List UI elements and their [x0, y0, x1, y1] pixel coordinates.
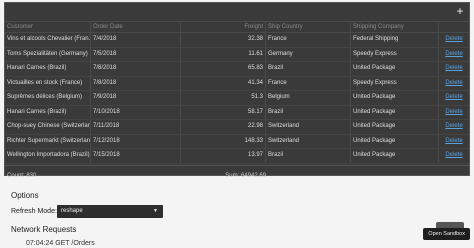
network-request-entry: 07:04:24 GET /Orders [26, 240, 95, 247]
open-sandbox-button[interactable]: Open Sandbox [423, 228, 470, 240]
cell-ship-country: Brazil [266, 62, 351, 76]
cell-actions: Delete [439, 62, 469, 76]
cell-shipping-company: United Package [351, 105, 439, 119]
cell-freight: 11.61 [181, 47, 266, 61]
cell-ship-country: Germany [266, 47, 351, 61]
grid-header: Customer Order Date Freight Ship Country… [5, 21, 469, 33]
cell-customer: Suprêmes délices (Belgium) [5, 91, 91, 105]
options-title: Options [11, 191, 39, 200]
cell-freight: 41.34 [181, 76, 266, 90]
cell-order-date: 7/10/2018 [91, 105, 181, 119]
cell-ship-country: France [266, 76, 351, 90]
cell-shipping-company: United Package [351, 120, 439, 134]
cell-shipping-company: United Package [351, 91, 439, 105]
table-row[interactable]: Richter Supermarkt (Switzerlan... 7/12/20… [5, 134, 469, 149]
delete-link[interactable]: Delete [445, 65, 462, 71]
cell-actions: Delete [439, 48, 469, 62]
cell-freight: 51.3 [181, 91, 266, 105]
grid-body: Vins et alcools Chevalier (Fran... 7/4/20… [5, 33, 469, 164]
cell-ship-country: Switzerland [266, 134, 351, 148]
cell-customer: Hanari Carnes (Brazil) [5, 62, 91, 76]
cell-shipping-company: United Package [351, 62, 439, 76]
cell-shipping-company: Speedy Express [351, 47, 439, 61]
cell-actions: Delete [439, 91, 469, 105]
delete-link[interactable]: Delete [445, 94, 462, 100]
table-row[interactable]: Hanari Carnes (Brazil) 7/8/2018 65.83 Brazi… [5, 62, 469, 77]
cell-actions: Delete [439, 135, 469, 149]
cell-order-date: 7/8/2018 [91, 62, 181, 76]
column-header-order-date[interactable]: Order Date [91, 22, 181, 32]
cell-freight: 58.17 [181, 105, 266, 119]
cell-customer: Hanari Carnes (Brazil) [5, 105, 91, 119]
chevron-down-icon: ▼ [153, 208, 158, 214]
cell-shipping-company: Speedy Express [351, 76, 439, 90]
cell-customer: Victuailles en stock (France) [5, 76, 91, 90]
cell-customer: Toms Spezialitäten (Germany) [5, 47, 91, 61]
table-row[interactable]: Victuailles en stock (France) 7/8/2018 41.… [5, 76, 469, 91]
table-row[interactable]: Hanari Carnes (Brazil) 7/10/2018 58.17 Braz… [5, 105, 469, 120]
cell-freight: 22.98 [181, 120, 266, 134]
refresh-mode-label: Refresh Mode: [11, 208, 57, 215]
cell-freight: 13.97 [181, 149, 266, 163]
cell-actions: Delete [439, 120, 469, 134]
cell-customer: Chop-suey Chinese (Switzerlan... [5, 120, 91, 134]
cell-customer: Vins et alcools Chevalier (Fran... [5, 33, 91, 47]
refresh-mode-value: reshape [61, 208, 83, 214]
cell-order-date: 7/9/2018 [91, 91, 181, 105]
grid-toolbar: + [5, 3, 469, 21]
footer-count: Count: 830 [7, 172, 37, 179]
cell-order-date: 7/15/2018 [91, 149, 181, 163]
cell-actions: Delete [439, 77, 469, 91]
grid-footer: Count: 830 Sum: 64942.69 [5, 164, 469, 186]
delete-link[interactable]: Delete [445, 36, 462, 42]
cell-ship-country: Switzerland [266, 120, 351, 134]
delete-link[interactable]: Delete [445, 109, 462, 115]
cell-ship-country: Brazil [266, 105, 351, 119]
footer-sum: Sum: 64942.69 [225, 172, 266, 179]
column-header-shipping-company[interactable]: Shipping Company [351, 22, 439, 32]
cell-order-date: 7/4/2018 [91, 33, 181, 47]
delete-link[interactable]: Delete [445, 80, 462, 86]
cell-ship-country: Brazil [266, 149, 351, 163]
cell-shipping-company: United Package [351, 149, 439, 163]
table-row[interactable]: Suprêmes délices (Belgium) 7/9/2018 51.3 Be… [5, 91, 469, 106]
add-row-button[interactable]: + [454, 5, 466, 17]
refresh-mode-select[interactable]: reshape ▼ [57, 205, 163, 218]
cell-customer: Richter Supermarkt (Switzerlan... [5, 134, 91, 148]
cell-order-date: 7/5/2018 [91, 47, 181, 61]
table-row[interactable]: Wellington Importadora (Brazil) 7/15/2018… [5, 149, 469, 164]
cell-order-date: 7/11/2018 [91, 120, 181, 134]
data-grid: + Customer Order Date Freight Ship Count… [4, 2, 470, 179]
cell-shipping-company: United Package [351, 134, 439, 148]
cell-order-date: 7/8/2018 [91, 76, 181, 90]
delete-link[interactable]: Delete [445, 51, 462, 57]
cell-ship-country: Belgium [266, 91, 351, 105]
cell-freight: 32.38 [181, 33, 266, 47]
delete-link[interactable]: Delete [445, 152, 462, 158]
table-row[interactable]: Toms Spezialitäten (Germany) 7/5/2018 11.6… [5, 47, 469, 62]
cell-freight: 148.33 [181, 134, 266, 148]
table-row[interactable]: Vins et alcools Chevalier (Fran... 7/4/20… [5, 33, 469, 48]
column-header-actions [439, 22, 469, 32]
cell-freight: 65.83 [181, 62, 266, 76]
network-requests-title: Network Requests [11, 225, 77, 234]
cell-order-date: 7/12/2018 [91, 134, 181, 148]
delete-link[interactable]: Delete [445, 138, 462, 144]
cell-shipping-company: Federal Shipping [351, 33, 439, 47]
table-row[interactable]: Chop-suey Chinese (Switzerlan... 7/11/201… [5, 120, 469, 135]
column-header-freight[interactable]: Freight [181, 22, 266, 32]
cell-actions: Delete [439, 33, 469, 47]
cell-customer: Wellington Importadora (Brazil) [5, 149, 91, 163]
cell-ship-country: France [266, 33, 351, 47]
column-header-customer[interactable]: Customer [5, 22, 91, 32]
column-header-ship-country[interactable]: Ship Country [266, 22, 351, 32]
delete-link[interactable]: Delete [445, 123, 462, 129]
cell-actions: Delete [439, 149, 469, 163]
cell-actions: Delete [439, 106, 469, 120]
